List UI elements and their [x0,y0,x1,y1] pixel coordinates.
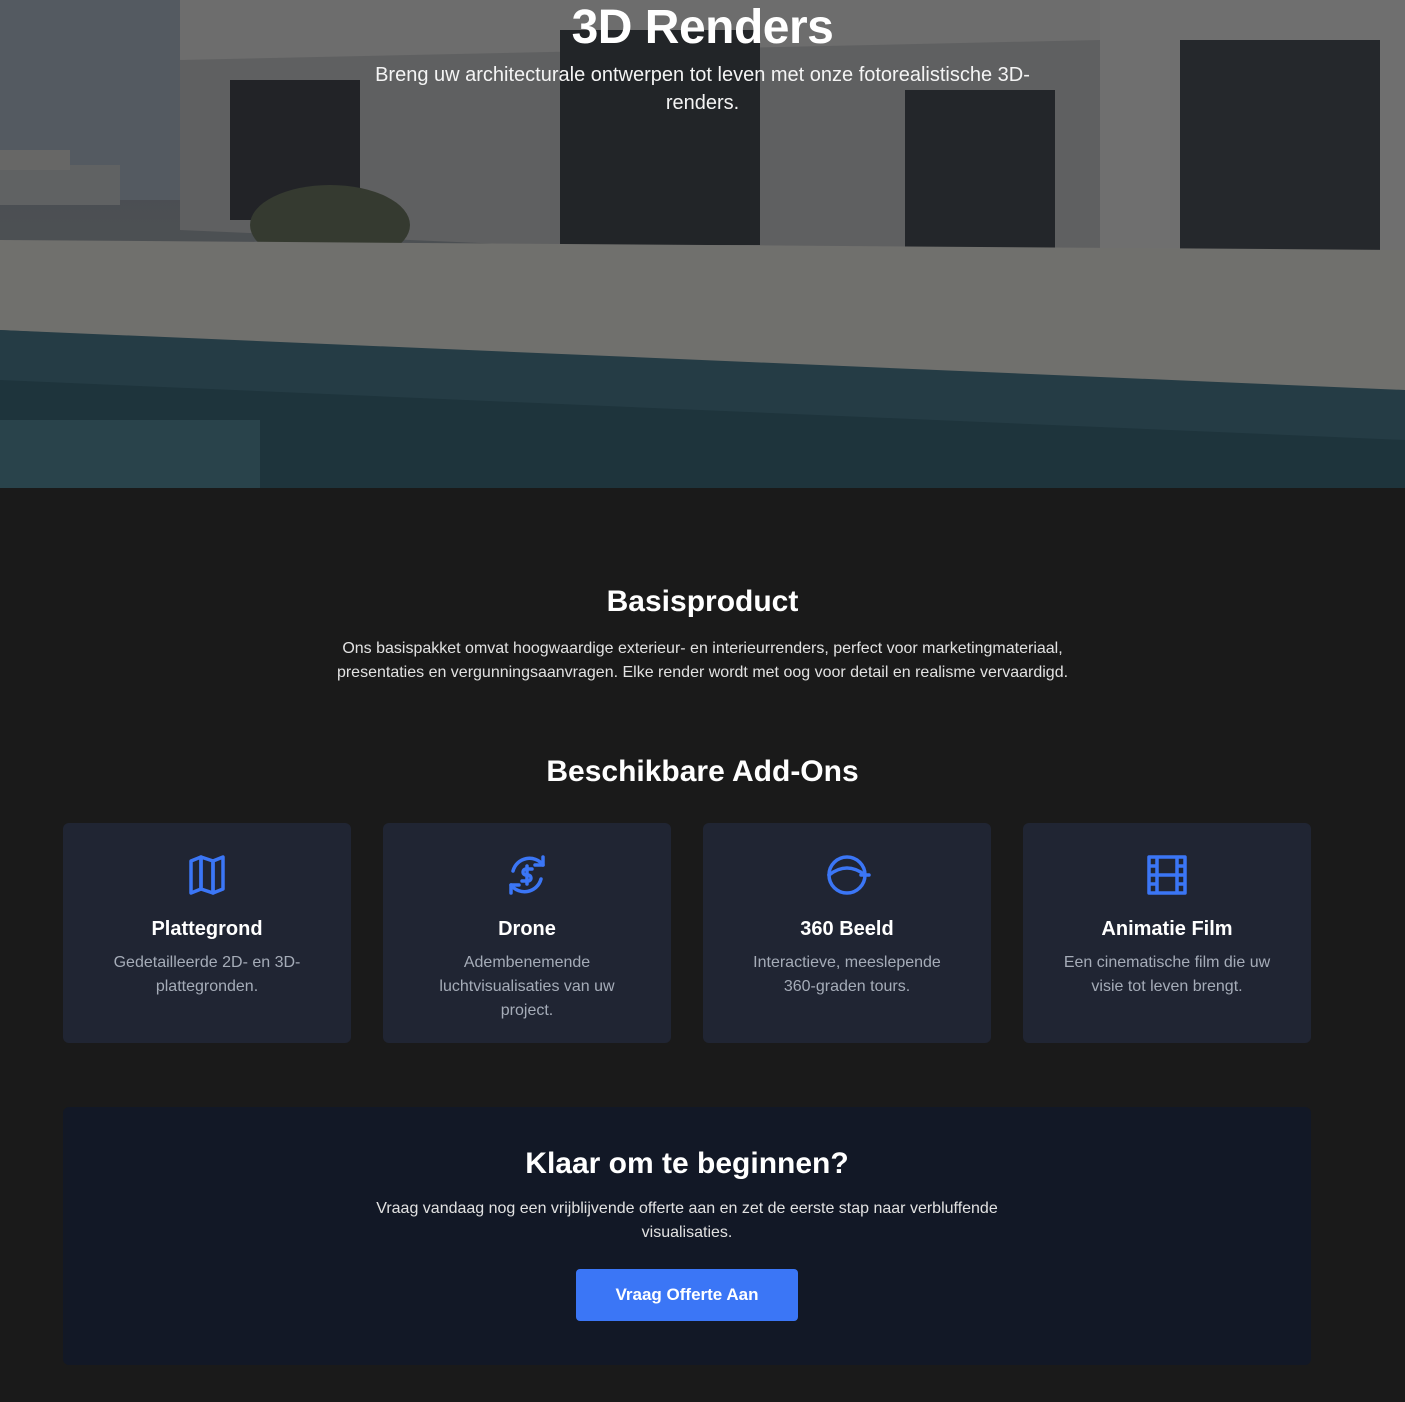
addon-description: Interactieve, meeslepende 360-graden tou… [753,954,941,995]
addon-description: Adembenemende luchtvisualisaties van uw … [439,954,615,1019]
addon-card-360-beeld: 360 Beeld Interactieve, meeslepende 360-… [703,823,991,1043]
addon-card-plattegrond: Plattegrond Gedetailleerde 2D- en 3D-pla… [63,823,351,1043]
cta-description: Vraag vandaag nog een vrijblijvende offe… [376,1200,998,1241]
drone-currency-refresh-icon [509,855,545,895]
request-quote-button[interactable]: Vraag Offerte Aan [576,1269,798,1321]
film-icon [1147,855,1187,895]
addon-card-animatie-film: Animatie Film Een cinematische film die … [1023,823,1311,1043]
addon-title: Drone [498,918,556,940]
addon-title: 360 Beeld [800,918,894,940]
360-view-icon [827,855,871,895]
addon-title: Plattegrond [151,918,263,940]
map-icon [189,855,225,895]
addon-card-drone: Drone Adembenemende luchtvisualisaties v… [383,823,671,1043]
hero-subtitle: Breng uw architecturale ontwerpen tot le… [375,64,1030,114]
hero-section: 3D Renders Breng uw architecturale ontwe… [0,0,1405,488]
addon-title: Animatie Film [1101,918,1233,940]
basis-section: Basisproduct Ons basispakket omvat hoogw… [0,488,1405,685]
cta-title: Klaar om te beginnen? [525,1147,849,1180]
addon-description: Een cinematische film die uw visie tot l… [1063,954,1271,995]
hero-text: 3D Renders Breng uw architecturale ontwe… [0,0,1405,117]
basis-title: Basisproduct [606,585,799,618]
hero-title: 3D Renders [571,1,834,54]
basis-description: Ons basispakket omvat hoogwaardige exter… [336,640,1069,681]
cta-section: Klaar om te beginnen? Vraag vandaag nog … [63,1107,1311,1365]
addons-title: Beschikbare Add-Ons [546,755,859,788]
addons-list: Plattegrond Gedetailleerde 2D- en 3D-pla… [0,823,1405,1043]
addon-description: Gedetailleerde 2D- en 3D-plattegronden. [113,954,301,995]
